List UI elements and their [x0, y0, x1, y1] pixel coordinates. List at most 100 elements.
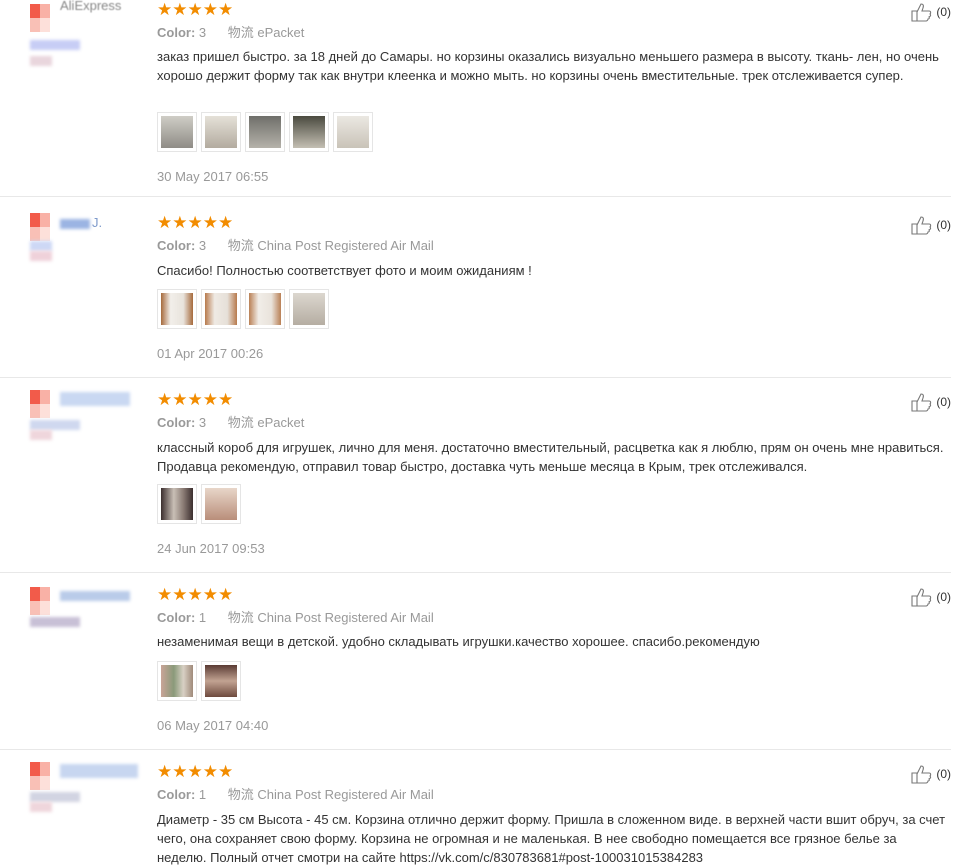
reviewer-meta-2 [30, 56, 52, 66]
thumbs-up-icon [911, 588, 932, 607]
shipping-value: China Post Registered Air Mail [257, 610, 434, 625]
helpful-button[interactable]: (0) [910, 392, 951, 412]
review-5: ★★★★★ Color: 1 物流 China Post Registered … [0, 762, 951, 865]
thumbs-up-icon [911, 216, 932, 235]
photo-image [161, 488, 193, 520]
country-flag [30, 587, 50, 601]
review-3: ★★★★★ Color: 3 物流 ePacket классный короб… [0, 390, 951, 573]
helpful-button[interactable]: (0) [910, 587, 951, 607]
color-label: Color: [157, 787, 196, 802]
review-photos [157, 289, 329, 329]
country-flag-lower [30, 18, 50, 32]
review-date: 24 Jun 2017 09:53 [157, 541, 265, 556]
rating-stars: ★★★★★ [157, 390, 234, 409]
country-flag [30, 390, 50, 404]
review-photo[interactable] [201, 112, 241, 152]
shipping-value: ePacket [257, 25, 305, 40]
shipping-label: 物流 [227, 25, 254, 40]
review-photo[interactable] [245, 112, 285, 152]
review-photos [157, 661, 241, 701]
order-info: Color: 3 物流 ePacket [157, 412, 304, 431]
color-label: Color: [157, 238, 196, 253]
color-value: 3 [198, 25, 207, 40]
review-date: 06 May 2017 04:40 [157, 718, 269, 733]
reviewer-meta [30, 241, 52, 251]
helpful-button[interactable]: (0) [910, 2, 951, 22]
reviewer-meta [30, 420, 80, 430]
shipping-label: 物流 [227, 787, 254, 802]
review-text: Диаметр - 35 см Высота - 45 см. Корзина … [157, 812, 946, 865]
country-flag-lower [30, 776, 50, 790]
review-date: 01 Apr 2017 00:26 [157, 346, 264, 361]
review-photo[interactable] [157, 661, 197, 701]
photo-image [337, 116, 369, 148]
helpful-count: (0) [936, 767, 951, 781]
shipping-label: 物流 [227, 238, 254, 253]
rating-stars: ★★★★★ [157, 762, 234, 781]
country-flag-lower [30, 227, 50, 241]
photo-image [205, 665, 237, 697]
helpful-button[interactable]: (0) [910, 215, 951, 235]
shipping-label: 物流 [227, 610, 254, 625]
rating-stars: ★★★★★ [157, 0, 234, 19]
country-flag [30, 762, 50, 776]
reviewer-meta [30, 617, 80, 627]
review-photo[interactable] [201, 289, 241, 329]
review-text: классный короб для игрушек, лично для ме… [157, 440, 944, 474]
color-value: 1 [198, 787, 207, 802]
color-label: Color: [157, 415, 196, 430]
review-photos [157, 112, 373, 152]
country-flag [30, 213, 50, 227]
reviewer-meta-2 [30, 802, 52, 812]
photo-image [249, 293, 281, 325]
review-photo[interactable] [201, 661, 241, 701]
review-photo[interactable] [289, 112, 329, 152]
reviewer-name-blur [60, 764, 138, 778]
review-photos [157, 484, 241, 524]
review-2: J. ★★★★★ Color: 3 物流 China Post Register… [0, 213, 951, 378]
photo-image [249, 116, 281, 148]
country-flag-lower [30, 601, 50, 615]
photo-image [205, 293, 237, 325]
helpful-count: (0) [936, 5, 951, 19]
helpful-count: (0) [936, 218, 951, 232]
color-label: Color: [157, 25, 196, 40]
helpful-button[interactable]: (0) [910, 764, 951, 784]
color-value: 3 [198, 238, 207, 253]
shipping-value: ePacket [257, 415, 305, 430]
reviewer-name-blur [60, 219, 90, 229]
order-info: Color: 1 物流 China Post Registered Air Ma… [157, 607, 434, 626]
country-flag [30, 4, 50, 18]
reviewer-meta [30, 40, 80, 50]
review-photo[interactable] [289, 289, 329, 329]
review-photo[interactable] [157, 289, 197, 329]
photo-image [161, 293, 193, 325]
reviewer-meta-2 [30, 251, 52, 261]
photo-image [293, 293, 325, 325]
review-photo[interactable] [245, 289, 285, 329]
reviewer-name-blur [60, 591, 130, 601]
country-flag-lower [30, 404, 50, 418]
thumbs-up-icon [911, 393, 932, 412]
photo-image [161, 665, 193, 697]
shipping-value: China Post Registered Air Mail [257, 787, 434, 802]
color-label: Color: [157, 610, 196, 625]
reviewer-name: AliExpress [60, 0, 122, 13]
photo-image [293, 116, 325, 148]
shipping-label: 物流 [227, 415, 254, 430]
review-text: Спасибо! Полностью соответствует фото и … [157, 263, 532, 278]
review-1: AliExpress ★★★★★ Color: 3 物流 ePacket зак… [0, 0, 951, 197]
color-value: 3 [198, 415, 207, 430]
review-photo[interactable] [157, 112, 197, 152]
review-photo[interactable] [201, 484, 241, 524]
review-4: ★★★★★ Color: 1 物流 China Post Registered … [0, 585, 951, 750]
helpful-count: (0) [936, 395, 951, 409]
review-text: заказ пришел быстро. за 18 дней до Самар… [157, 49, 939, 83]
review-text: незаменимая вещи в детской. удобно склад… [157, 634, 760, 649]
reviewer-name-blur [60, 392, 130, 406]
order-info: Color: 3 物流 China Post Registered Air Ma… [157, 235, 434, 254]
helpful-count: (0) [936, 590, 951, 604]
review-photo[interactable] [157, 484, 197, 524]
review-photo[interactable] [333, 112, 373, 152]
order-info: Color: 1 物流 China Post Registered Air Ma… [157, 784, 434, 803]
